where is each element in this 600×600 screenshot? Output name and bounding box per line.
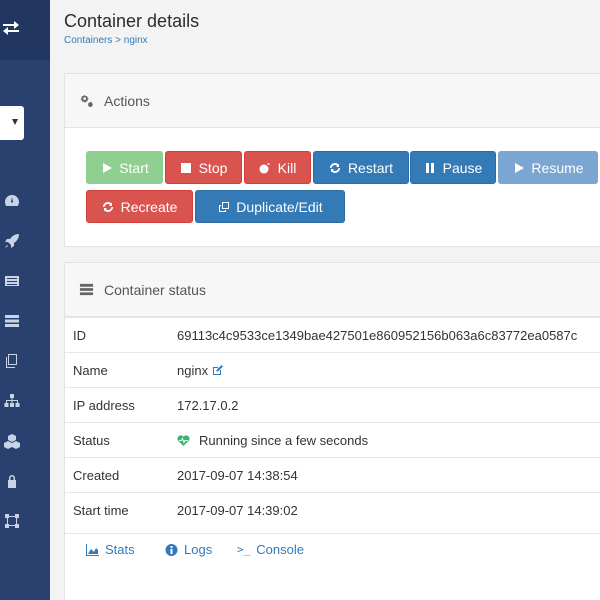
resume-button-label: Resume: [531, 159, 584, 176]
status-row-created: Created 2017-09-07 14:38:54: [65, 457, 600, 492]
stats-link-label: Stats: [105, 542, 135, 557]
sitemap-icon[interactable]: [3, 392, 21, 410]
copy-icon: [217, 200, 230, 213]
container-status-heading: Container status: [104, 281, 206, 298]
edit-icon[interactable]: [212, 364, 225, 377]
lock-icon[interactable]: [3, 472, 21, 490]
ip-address-value: 172.17.0.2: [177, 397, 239, 413]
sidebar: [0, 0, 50, 600]
rocket-icon[interactable]: [3, 232, 21, 250]
server-icon: [79, 282, 95, 298]
list-icon[interactable]: [3, 272, 21, 290]
stop-icon: [180, 161, 193, 174]
status-value: Running since a few seconds: [177, 433, 368, 448]
status-label: Created: [73, 467, 120, 483]
status-row-ip: IP address 172.17.0.2: [65, 387, 600, 422]
status-label: IP address: [73, 397, 135, 413]
terminal-icon: >_: [237, 543, 251, 556]
container-links: Stats Logs >_ Console: [65, 533, 600, 563]
start-time-value: 2017-09-07 14:39:02: [177, 502, 298, 518]
status-row-name: Name nginx: [65, 352, 600, 387]
bomb-icon: [259, 161, 272, 174]
breadcrumb-separator: >: [115, 35, 121, 46]
cogs-icon: [79, 93, 95, 109]
console-link[interactable]: >_ Console: [237, 542, 304, 557]
pause-button[interactable]: Pause: [410, 151, 496, 184]
status-label: ID: [73, 327, 86, 343]
switch-arrows-icon[interactable]: [0, 14, 22, 40]
status-label: Start time: [73, 502, 129, 518]
container-status-header: Container status: [65, 263, 600, 317]
actions-panel-header: Actions: [65, 74, 600, 128]
endpoint-select[interactable]: [0, 106, 24, 140]
status-label: Name: [73, 362, 108, 378]
resume-button[interactable]: Resume: [498, 151, 598, 184]
heartbeat-icon: [177, 434, 190, 447]
area-chart-icon: [86, 543, 100, 556]
container-name-value: nginx: [177, 363, 225, 378]
breadcrumb-containers-link[interactable]: Containers: [64, 35, 112, 46]
start-button-label: Start: [119, 159, 149, 176]
pause-icon: [424, 161, 437, 174]
info-circle-icon: [165, 543, 179, 556]
play-icon: [512, 161, 525, 174]
console-link-label: Console: [256, 542, 304, 557]
status-row-status: Status Running since a few seconds: [65, 422, 600, 457]
restart-button-label: Restart: [347, 159, 394, 176]
actions-panel: Actions Start Stop Kill Restart Pause Re…: [64, 73, 600, 247]
status-label: Status: [73, 432, 110, 448]
created-value: 2017-09-07 14:38:54: [177, 467, 298, 483]
restart-button[interactable]: Restart: [313, 151, 409, 184]
logs-link[interactable]: Logs: [165, 542, 212, 557]
actions-heading: Actions: [104, 92, 150, 109]
main-content: Container details Containers > nginx Act…: [50, 0, 600, 600]
dashboard-icon[interactable]: [3, 192, 21, 210]
breadcrumb-current[interactable]: nginx: [124, 35, 148, 46]
breadcrumb: Containers > nginx: [64, 35, 148, 46]
stop-button-label: Stop: [198, 159, 228, 176]
start-button[interactable]: Start: [86, 151, 163, 184]
logs-link-label: Logs: [184, 542, 213, 557]
recreate-button-label: Recreate: [120, 198, 178, 215]
cubes-icon[interactable]: [3, 432, 21, 450]
kill-button-label: Kill: [277, 159, 297, 176]
recreate-button[interactable]: Recreate: [86, 190, 193, 223]
duplicate-edit-button-label: Duplicate/Edit: [236, 198, 323, 215]
status-row-id: ID 69113c4c9533ce1349bae427501e860952156…: [65, 317, 600, 352]
server-icon[interactable]: [3, 312, 21, 330]
container-status-panel: Container status ID 69113c4c9533ce1349ba…: [64, 262, 600, 600]
duplicate-edit-button[interactable]: Duplicate/Edit: [195, 190, 345, 223]
stats-link[interactable]: Stats: [86, 542, 135, 557]
refresh-icon: [102, 200, 115, 213]
page-title: Container details: [64, 11, 200, 31]
pause-button-label: Pause: [442, 159, 483, 176]
play-icon: [100, 161, 113, 174]
container-id-value: 69113c4c9533ce1349bae427501e860952156b06…: [177, 327, 578, 343]
kill-button[interactable]: Kill: [244, 151, 311, 184]
caret-down-icon: [12, 119, 18, 125]
sidebar-header: [0, 0, 50, 60]
refresh-icon: [329, 161, 342, 174]
status-row-start-time: Start time 2017-09-07 14:39:02: [65, 492, 600, 527]
copy-icon[interactable]: [3, 352, 21, 370]
container-name-text: nginx: [177, 362, 209, 378]
network-icon[interactable]: [3, 512, 21, 530]
status-text: Running since a few seconds: [199, 432, 369, 448]
stop-button[interactable]: Stop: [165, 151, 242, 184]
